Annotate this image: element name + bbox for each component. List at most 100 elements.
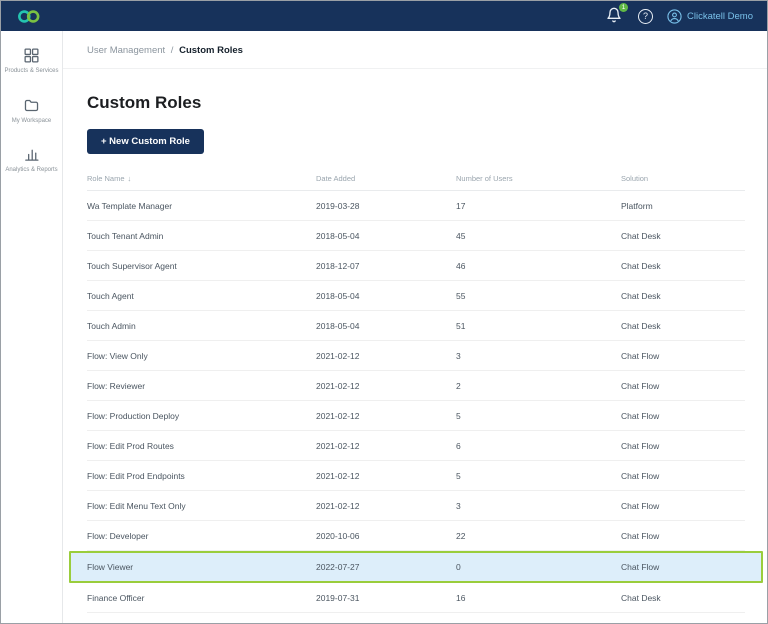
column-header-number-of-users[interactable]: Number of Users: [456, 174, 621, 183]
bar-chart-icon: [25, 149, 39, 161]
role-name-cell: Touch Supervisor Agent: [87, 260, 177, 271]
role-name-cell: Flow: Production Deploy: [87, 410, 180, 421]
users-count-cell: 0: [456, 562, 461, 572]
date-added-cell: 2021-02-12: [316, 470, 360, 481]
solution-cell: Platform: [621, 200, 653, 211]
clickatell-logo-icon[interactable]: [17, 9, 41, 24]
top-bar: 1 ? Clickatell Demo: [1, 1, 767, 31]
breadcrumb: User Management / Custom Roles: [63, 31, 767, 69]
table-body: Wa Template Manager 2019-03-28 17 Platform T…: [69, 191, 763, 613]
users-count-cell: 3: [456, 350, 461, 361]
date-added-cell: 2018-12-07: [316, 260, 360, 271]
app-window: 1 ? Clickatell Demo Products & Services …: [0, 0, 768, 624]
date-added-cell: 2022-07-27: [316, 562, 360, 572]
users-count-cell: 5: [456, 410, 461, 421]
users-count-cell: 55: [456, 290, 466, 301]
column-header-solution[interactable]: Solution: [621, 174, 745, 183]
user-name-label: Clickatell Demo: [687, 10, 753, 22]
role-name-cell: Flow: Developer: [87, 530, 149, 541]
notification-count-badge: 1: [619, 3, 628, 12]
users-count-cell: 51: [456, 320, 466, 331]
main-content: User Management / Custom Roles Custom Ro…: [63, 31, 767, 623]
table-row[interactable]: Wa Template Manager 2019-03-28 17 Platform: [87, 191, 745, 221]
role-name-cell: Finance Officer: [87, 592, 145, 603]
users-count-cell: 2: [456, 380, 461, 391]
table-row[interactable]: Flow: Developer 2020-10-06 22 Chat Flow: [87, 521, 745, 551]
role-name-cell: Flow: Edit Menu Text Only: [87, 500, 186, 511]
table-row[interactable]: Flow: Edit Prod Endpoints 2021-02-12 5 Chat…: [87, 461, 745, 491]
table-row[interactable]: Flow: Edit Menu Text Only 2021-02-12 3 Chat…: [87, 491, 745, 521]
date-added-cell: 2021-02-12: [316, 410, 360, 421]
date-added-cell: 2021-02-12: [316, 350, 360, 361]
sort-desc-icon[interactable]: ↓: [128, 174, 132, 183]
table-row[interactable]: Touch Supervisor Agent 2018-12-07 46 Chat D…: [87, 251, 745, 281]
users-count-cell: 45: [456, 230, 466, 241]
table-header-row: Role Name ↓ Date Added Number of Users So…: [87, 168, 745, 191]
solution-cell: Chat Flow: [621, 380, 660, 391]
table-row[interactable]: Touch Tenant Admin 2018-05-04 45 Chat Desk: [87, 221, 745, 251]
users-count-cell: 22: [456, 530, 466, 541]
new-custom-role-button[interactable]: + New Custom Role: [87, 129, 204, 154]
sidebar-item-my-workspace[interactable]: My Workspace: [1, 97, 62, 125]
date-added-cell: 2021-02-12: [316, 440, 360, 451]
solution-cell: Chat Flow: [621, 500, 660, 511]
solution-cell: Chat Flow: [621, 440, 660, 451]
table-row[interactable]: Flow: Edit Prod Routes 2021-02-12 6 Chat Fl…: [87, 431, 745, 461]
user-avatar-icon: [667, 8, 682, 24]
notifications-bell-icon[interactable]: 1: [606, 3, 628, 25]
solution-cell: Chat Desk: [621, 320, 661, 331]
role-name-cell: Flow: Edit Prod Routes: [87, 440, 174, 451]
custom-roles-table: Role Name ↓ Date Added Number of Users So…: [69, 168, 763, 613]
users-count-cell: 16: [456, 592, 466, 603]
column-header-role-name[interactable]: Role Name ↓: [87, 174, 316, 183]
solution-cell: Chat Desk: [621, 260, 661, 271]
solution-cell: Chat Flow: [621, 530, 660, 541]
sidebar-item-label: Analytics & Reports: [5, 167, 58, 174]
table-row[interactable]: Flow: View Only 2021-02-12 3 Chat Flow: [87, 341, 745, 371]
sidebar: Products & Services My Workspace Analyti…: [1, 31, 63, 623]
sidebar-item-analytics-reports[interactable]: Analytics & Reports: [1, 146, 62, 174]
date-added-cell: 2021-02-12: [316, 380, 360, 391]
sidebar-item-label: Products & Services: [4, 68, 59, 74]
solution-cell: Chat Desk: [621, 290, 661, 301]
column-header-date-added[interactable]: Date Added: [316, 174, 456, 183]
solution-cell: Chat Flow: [621, 410, 660, 421]
date-added-cell: 2018-05-04: [316, 290, 360, 301]
table-row[interactable]: Touch Admin 2018-05-04 51 Chat Desk: [87, 311, 745, 341]
page-title: Custom Roles: [87, 93, 202, 112]
role-name-cell: Flow: Edit Prod Endpoints: [87, 470, 185, 481]
role-name-cell: Flow: View Only: [87, 350, 148, 361]
date-added-cell: 2019-03-28: [316, 200, 360, 211]
date-added-cell: 2018-05-04: [316, 320, 360, 331]
role-name-cell: Touch Tenant Admin: [87, 230, 164, 241]
table-row-highlighted[interactable]: Flow Viewer 2022-07-27 0 Chat Flow: [69, 551, 763, 583]
table-row[interactable]: Flow: Reviewer 2021-02-12 2 Chat Flow: [87, 371, 745, 401]
breadcrumb-current: Custom Roles: [179, 45, 243, 56]
solution-cell: Chat Flow: [621, 470, 660, 481]
sidebar-item-label: My Workspace: [11, 117, 52, 124]
user-menu[interactable]: Clickatell Demo: [667, 8, 753, 24]
solution-cell: Chat Flow: [621, 562, 660, 572]
role-name-cell: Touch Agent: [87, 290, 134, 301]
date-added-cell: 2021-02-12: [316, 500, 360, 511]
date-added-cell: 2019-07-31: [316, 592, 360, 603]
users-count-cell: 5: [456, 470, 461, 481]
role-name-cell: Flow Viewer: [87, 562, 134, 572]
grid-icon: [24, 48, 39, 63]
role-name-cell: Flow: Reviewer: [87, 380, 146, 391]
users-count-cell: 17: [456, 200, 466, 211]
table-row[interactable]: Flow: Production Deploy 2021-02-12 5 Chat F…: [87, 401, 745, 431]
users-count-cell: 3: [456, 500, 461, 511]
solution-cell: Chat Flow: [621, 350, 660, 361]
table-row[interactable]: Finance Officer 2019-07-31 16 Chat Desk: [87, 583, 745, 613]
date-added-cell: 2020-10-06: [316, 530, 360, 541]
help-icon[interactable]: ?: [638, 8, 653, 24]
role-name-cell: Wa Template Manager: [87, 200, 173, 211]
sidebar-item-products-services[interactable]: Products & Services: [1, 47, 62, 75]
users-count-cell: 6: [456, 440, 461, 451]
folder-icon: [24, 99, 39, 111]
solution-cell: Chat Desk: [621, 230, 661, 241]
breadcrumb-parent-link[interactable]: User Management: [87, 45, 165, 56]
table-row[interactable]: Touch Agent 2018-05-04 55 Chat Desk: [87, 281, 745, 311]
role-name-cell: Touch Admin: [87, 320, 136, 331]
